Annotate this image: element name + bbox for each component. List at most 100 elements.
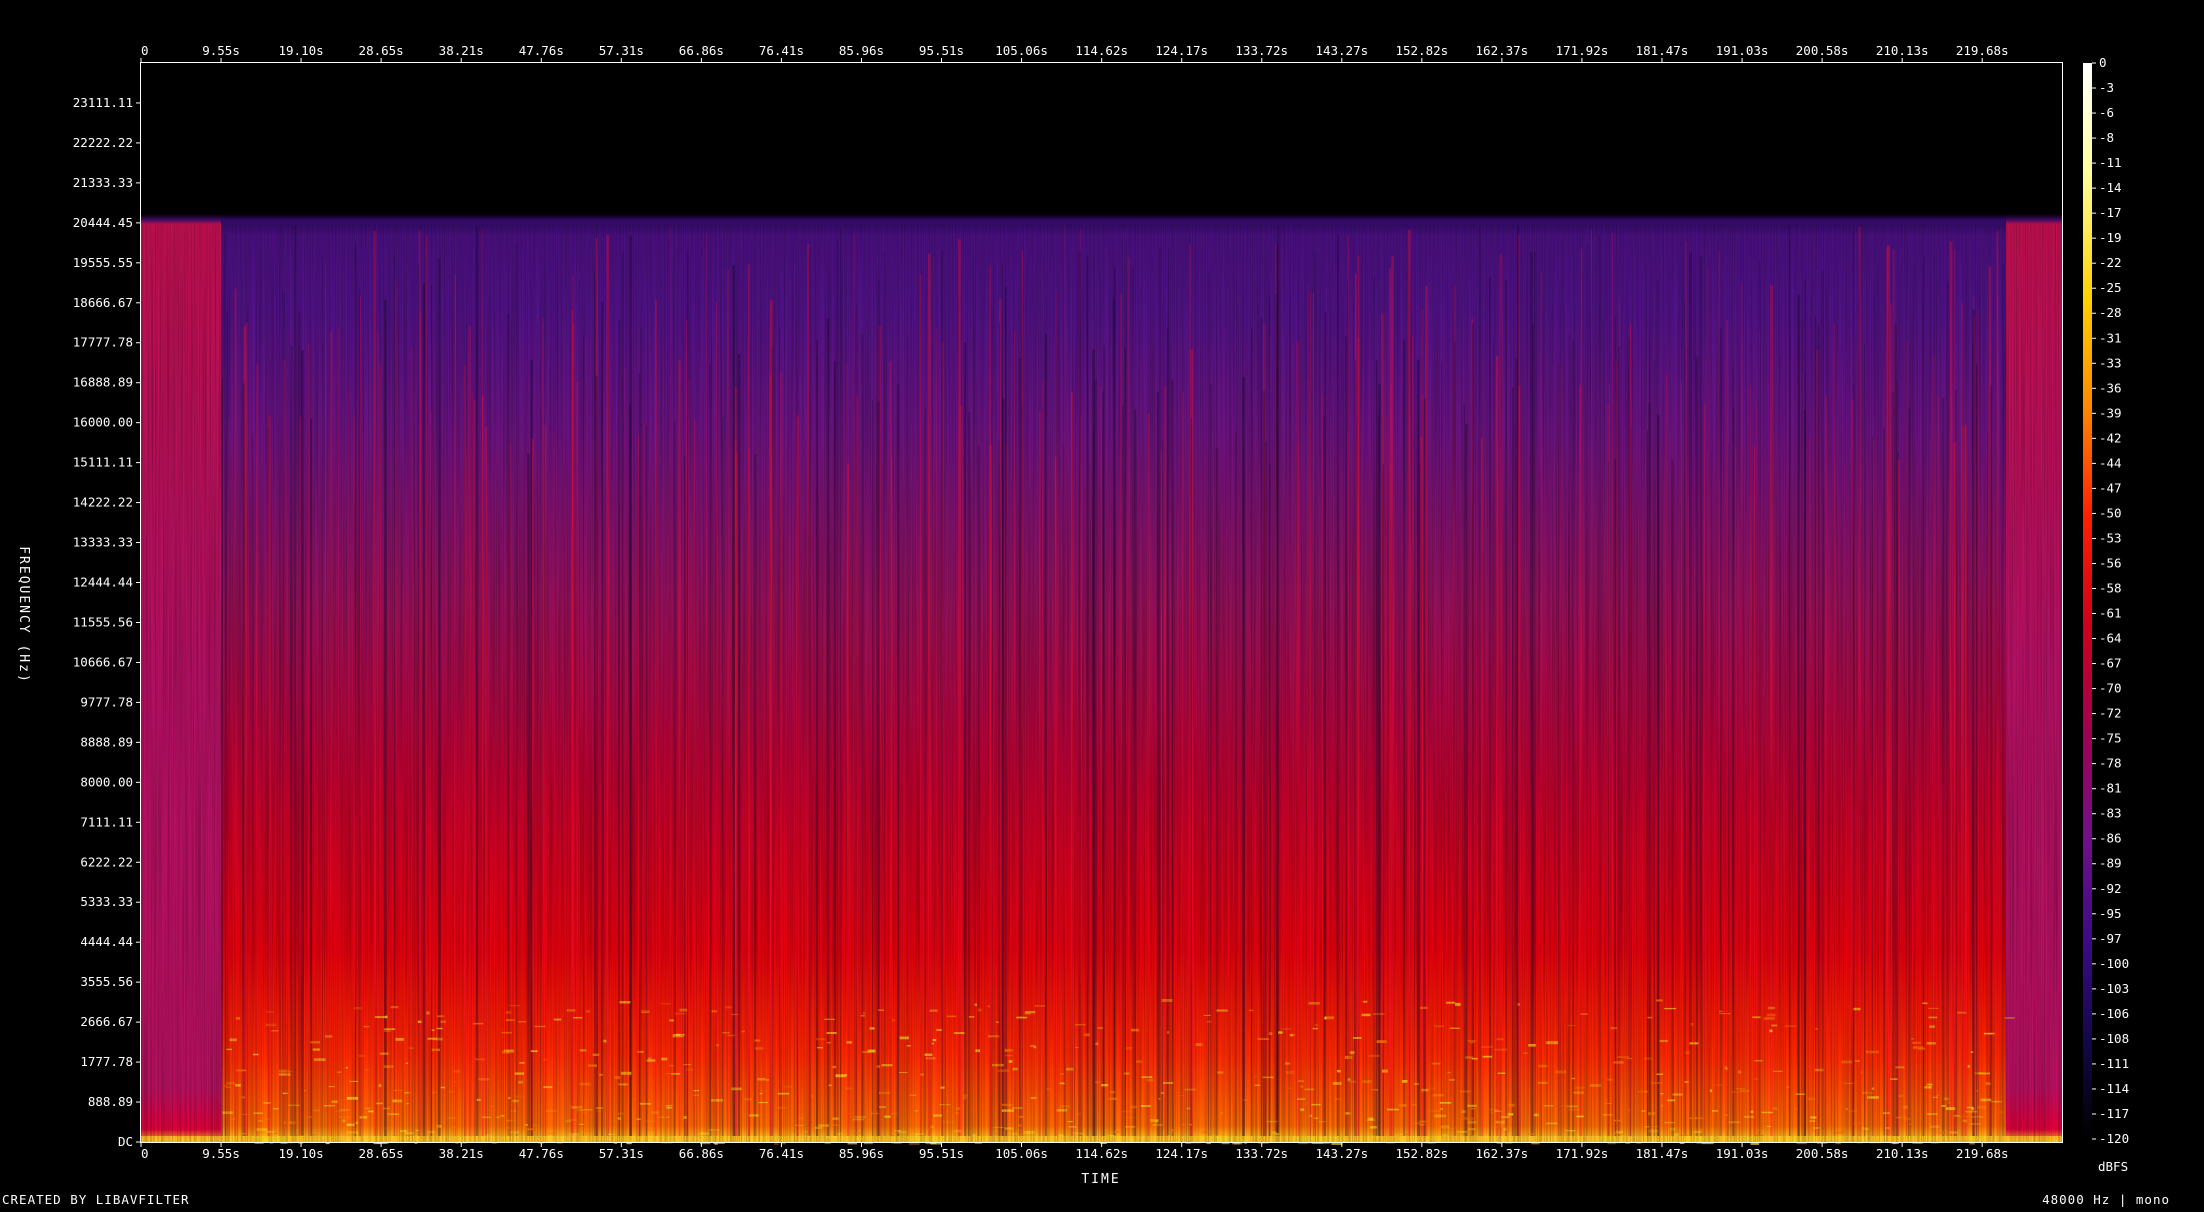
colorbar-tick-label: -92	[2099, 881, 2122, 896]
y-tick-label: 7111.11	[80, 814, 133, 829]
y-tick-label: 10666.67	[73, 654, 133, 669]
y-tick-label: 888.89	[88, 1094, 133, 1109]
x-tick-label: 181.47s	[1636, 43, 1689, 58]
x-tick-label: 19.10s	[279, 1146, 324, 1161]
x-tick-label: 162.37s	[1476, 43, 1529, 58]
y-tick-label: 13333.33	[73, 535, 133, 550]
x-tick-label: 9.55s	[202, 43, 240, 58]
x-tick-label: 105.06s	[995, 1146, 1048, 1161]
colorbar-tick-label: -8	[2099, 130, 2114, 145]
x-tick-label: 210.13s	[1876, 43, 1929, 58]
x-tick-label: 162.37s	[1476, 1146, 1529, 1161]
colorbar-tick-label: -61	[2099, 606, 2122, 621]
colorbar-tick-label: -11	[2099, 155, 2122, 170]
colorbar-tick-label: -89	[2099, 856, 2122, 871]
y-tick-label: 20444.45	[73, 215, 133, 230]
x-tick-label: 171.92s	[1556, 1146, 1609, 1161]
colorbar-tick-label: -70	[2099, 681, 2122, 696]
colorbar-tick-label: -42	[2099, 430, 2122, 445]
y-tick-label: 2666.67	[80, 1014, 133, 1029]
colorbar-tick-label: -56	[2099, 555, 2122, 570]
x-tick-label: 200.58s	[1796, 1146, 1849, 1161]
y-tick-label: 5333.33	[80, 894, 133, 909]
colorbar-tick-label: -95	[2099, 906, 2122, 921]
x-tick-label: 95.51s	[919, 43, 964, 58]
x-tick-label: 28.65s	[359, 43, 404, 58]
x-tick-label: 38.21s	[439, 43, 484, 58]
x-axis-label: TIME	[1081, 1172, 1120, 1187]
x-tick-label: 66.86s	[679, 1146, 724, 1161]
colorbar-tick-label: -86	[2099, 831, 2122, 846]
x-tick-label: 76.41s	[759, 1146, 804, 1161]
x-tick-label: 143.27s	[1315, 1146, 1368, 1161]
y-tick-label: 21333.33	[73, 175, 133, 190]
plot-area	[140, 62, 2063, 1145]
y-tick-label: 3555.56	[80, 974, 133, 989]
x-tick-label: 200.58s	[1796, 43, 1849, 58]
colorbar-tick-label: -117	[2099, 1106, 2129, 1121]
x-tick-label: 66.86s	[679, 43, 724, 58]
x-tick-label: 133.72s	[1235, 1146, 1288, 1161]
x-tick-label: 76.41s	[759, 43, 804, 58]
footer-sample-info: 48000 Hz | mono	[2042, 1192, 2170, 1207]
y-tick-label: 4444.44	[80, 934, 133, 949]
x-tick-label: 0	[141, 43, 149, 58]
y-tick-label: 18666.67	[73, 295, 133, 310]
colorbar-tick-label: -75	[2099, 731, 2122, 746]
x-tick-label: 133.72s	[1235, 43, 1288, 58]
y-tick-label: 14222.22	[73, 495, 133, 510]
y-tick-label: 15111.11	[73, 455, 133, 470]
colorbar-tick-label: -67	[2099, 656, 2122, 671]
y-tick-label: 8000.00	[80, 774, 133, 789]
colorbar-tick-label: -25	[2099, 280, 2122, 295]
y-tick-label: DC	[118, 1134, 133, 1149]
y-tick-label: 11555.56	[73, 614, 133, 629]
colorbar-gradient	[2083, 63, 2092, 1139]
colorbar-tick-label: -100	[2099, 956, 2129, 971]
x-tick-label: 114.62s	[1075, 1146, 1128, 1161]
y-tick-label: 17777.78	[73, 335, 133, 350]
x-tick-label: 38.21s	[439, 1146, 484, 1161]
colorbar-tick-label: -120	[2099, 1131, 2129, 1146]
y-tick-label: 16888.89	[73, 375, 133, 390]
colorbar-tick-label: -97	[2099, 931, 2122, 946]
colorbar-tick-label: -19	[2099, 230, 2122, 245]
noise-texture	[141, 224, 2062, 1142]
colorbar-unit-label: dBFS	[2098, 1159, 2128, 1174]
x-tick-label: 47.76s	[519, 43, 564, 58]
colorbar-tick-label: -58	[2099, 580, 2122, 595]
x-tick-label: 171.92s	[1556, 43, 1609, 58]
colorbar-tick-label: -39	[2099, 405, 2122, 420]
y-tick-label: 19555.55	[73, 255, 133, 270]
x-tick-label: 0	[141, 1146, 149, 1161]
colorbar-tick-label: -36	[2099, 380, 2122, 395]
colorbar-tick-label: -31	[2099, 330, 2122, 345]
colorbar-tick-label: -44	[2099, 455, 2122, 470]
x-tick-label: 152.82s	[1395, 1146, 1448, 1161]
x-tick-label: 210.13s	[1876, 1146, 1929, 1161]
y-tick-label: 22222.22	[73, 135, 133, 150]
x-tick-label: 124.17s	[1155, 43, 1208, 58]
x-tick-label: 143.27s	[1315, 43, 1368, 58]
y-axis-label: FREQUENCY (Hz)	[16, 546, 31, 684]
colorbar-tick-label: -22	[2099, 255, 2122, 270]
x-tick-label: 95.51s	[919, 1146, 964, 1161]
colorbar-tick-label: -47	[2099, 480, 2122, 495]
footer-credit: CREATED BY LIBAVFILTER	[2, 1192, 190, 1207]
y-tick-label: 9777.78	[80, 694, 133, 709]
y-tick-label: 6222.22	[80, 854, 133, 869]
x-tick-label: 85.96s	[839, 43, 884, 58]
colorbar-tick-label: -28	[2099, 305, 2122, 320]
x-tick-label: 219.68s	[1956, 1146, 2009, 1161]
x-tick-label: 219.68s	[1956, 43, 2009, 58]
x-tick-label: 47.76s	[519, 1146, 564, 1161]
y-tick-label: 8888.89	[80, 734, 133, 749]
y-axis: DC 888.89 1777.78 2666.67 3555.56 4444.44 5333…	[73, 95, 141, 1149]
colorbar-tick-label: -83	[2099, 806, 2122, 821]
colorbar-tick-label: -114	[2099, 1081, 2129, 1096]
x-tick-label: 85.96s	[839, 1146, 884, 1161]
colorbar-tick-label: -6	[2099, 105, 2114, 120]
colorbar-tick-label: 0	[2099, 55, 2107, 70]
colorbar-tick-label: -14	[2099, 180, 2122, 195]
colorbar-tick-label: -3	[2099, 80, 2114, 95]
